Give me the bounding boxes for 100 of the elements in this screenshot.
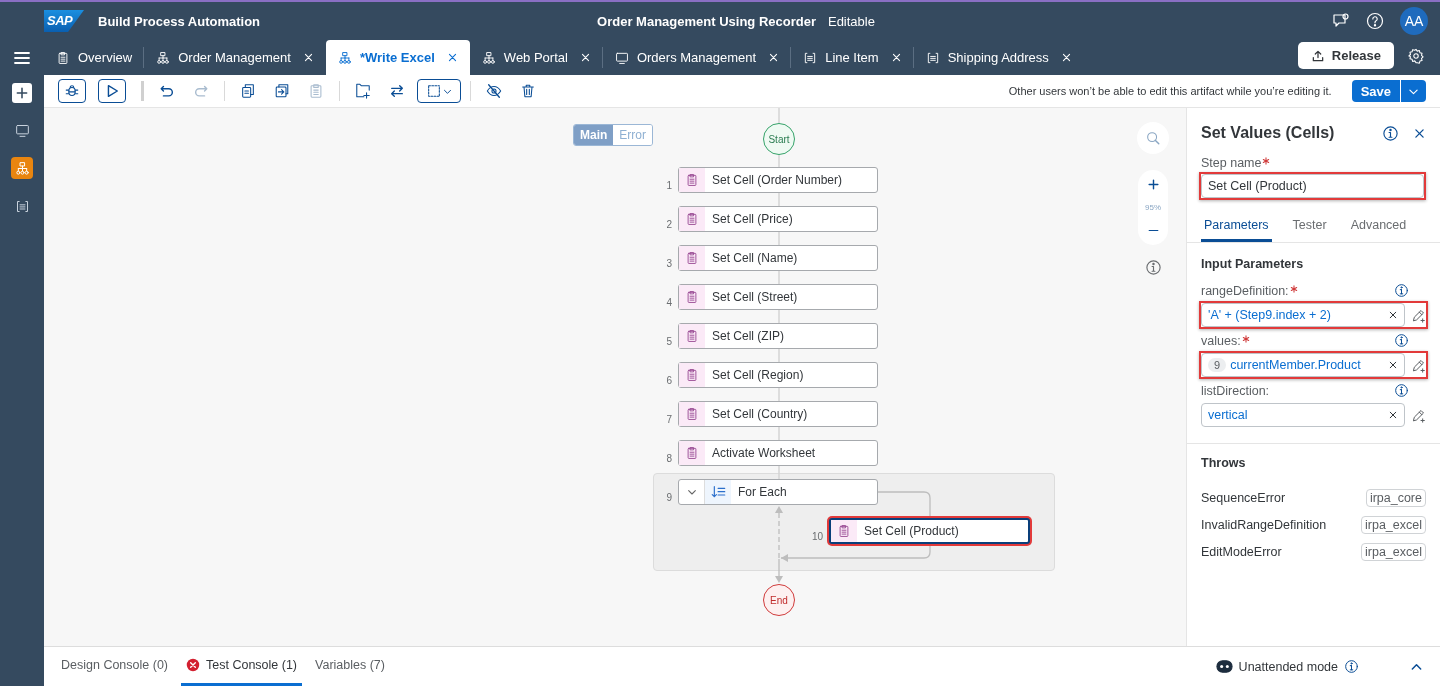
step-label: Set Cell (Country) — [711, 407, 808, 421]
step-label: Set Cell (Street) — [711, 290, 798, 304]
input-field[interactable]: vertical — [1201, 403, 1405, 427]
swap-icon — [389, 83, 405, 99]
step-node[interactable]: Set Cell (Order Number) — [678, 167, 878, 193]
clear-icon — [1388, 310, 1398, 320]
step-number: 7 — [665, 414, 672, 425]
release-button[interactable]: Release — [1297, 42, 1394, 69]
toolbar-button[interactable] — [98, 79, 126, 103]
user-avatar[interactable]: AA — [1400, 7, 1428, 35]
hide-icon — [486, 83, 502, 99]
exception-name: SequenceError — [1201, 490, 1286, 505]
clipboard-icon — [685, 251, 699, 265]
step-node[interactable]: Set Cell (Price) — [678, 206, 878, 232]
close-icon[interactable] — [890, 52, 902, 63]
undo-icon — [159, 83, 175, 99]
library-tag: irpa_excel — [1361, 515, 1426, 534]
copy-icon — [240, 83, 256, 99]
hierarchy-icon — [14, 160, 30, 176]
info-icon — [1394, 283, 1409, 298]
zoom-in-button[interactable] — [1146, 178, 1160, 191]
toolbar-button[interactable] — [417, 79, 461, 103]
library-tag: irpa_core — [1365, 488, 1426, 507]
clipboard-icon — [837, 524, 851, 538]
panel-tab[interactable]: Tester — [1289, 214, 1330, 242]
paste-icon — [308, 83, 324, 99]
console-tab[interactable]: Test Console (1) — [181, 647, 302, 686]
input-field[interactable]: 9 currentMember.Product — [1201, 353, 1405, 377]
input-field[interactable]: Set Cell (Product) — [1201, 174, 1424, 198]
editor-tab[interactable]: Order Management — [144, 40, 326, 75]
close-icon[interactable] — [768, 52, 780, 63]
step-label: Set Cell (ZIP) — [711, 329, 784, 343]
editor-tab[interactable]: Shipping Address — [913, 40, 1084, 75]
panel-tab[interactable]: Parameters — [1201, 214, 1272, 242]
close-icon[interactable] — [1060, 52, 1072, 63]
sidebar-item[interactable] — [11, 157, 33, 179]
clipboard-icon — [685, 368, 699, 382]
field-label: values: — [1201, 333, 1241, 348]
step-number: 10 — [810, 531, 823, 542]
step-node[interactable]: Set Cell (Name) — [678, 245, 878, 271]
step-node[interactable]: Set Cell (ZIP) — [678, 323, 878, 349]
input-field[interactable]: 'A' + (Step9.index + 2) — [1201, 303, 1405, 327]
panel-tab[interactable]: Advanced — [1347, 214, 1410, 242]
step-number: 4 — [665, 297, 672, 308]
editor-tab[interactable]: Line Item — [791, 40, 914, 75]
step-node[interactable]: Activate Worksheet — [678, 440, 878, 466]
add-button[interactable] — [12, 83, 32, 103]
editor-tab[interactable]: Overview — [44, 40, 145, 75]
clipboard-icon — [685, 446, 699, 460]
field-label: Step name — [1201, 156, 1262, 170]
close-icon[interactable] — [1413, 126, 1426, 140]
clipboard-icon — [685, 173, 699, 187]
info-icon — [1394, 333, 1409, 348]
pen-icon[interactable] — [1411, 357, 1426, 373]
bug-icon — [64, 83, 80, 99]
step-label: Set Cell (Order Number) — [711, 173, 843, 187]
info-icon — [1344, 659, 1359, 674]
step-number: 2 — [665, 219, 672, 230]
info-icon — [1145, 259, 1162, 276]
editor-tab[interactable]: Web Portal — [469, 40, 603, 75]
help-icon[interactable] — [1366, 12, 1384, 30]
logo: SAP — [44, 10, 84, 32]
return-arrow — [775, 506, 783, 559]
connector-arrow — [775, 558, 783, 583]
robot-icon — [1215, 658, 1233, 675]
editor-tab[interactable]: Orders Management — [602, 40, 792, 75]
clipboard-icon — [685, 212, 699, 226]
step-node[interactable]: Set Cell (Product) — [829, 518, 1030, 544]
step-node[interactable]: Set Cell (Country) — [678, 401, 878, 427]
loop-node[interactable]: For Each — [678, 479, 878, 505]
close-icon[interactable] — [579, 52, 591, 63]
hierarchy-icon — [156, 50, 171, 65]
add-folder-icon — [355, 83, 371, 99]
toolbar-button[interactable] — [58, 79, 86, 103]
exception-name: InvalidRangeDefinition — [1201, 517, 1327, 532]
close-icon[interactable] — [446, 52, 458, 63]
step-number: 5 — [665, 336, 672, 347]
monitor-icon — [614, 50, 629, 65]
exception-name: EditModeError — [1201, 544, 1282, 559]
mode-label: Unattended mode — [1238, 659, 1338, 674]
step-node[interactable]: Set Cell (Region) — [678, 362, 878, 388]
close-icon[interactable] — [302, 52, 314, 63]
editor-tab[interactable]: *Write Excel — [325, 40, 470, 75]
step-number: 6 — [665, 375, 672, 386]
settings-icon[interactable] — [1408, 47, 1424, 64]
console-tab[interactable]: Design Console (0) — [56, 647, 173, 686]
selection-icon — [425, 83, 442, 99]
console-tab[interactable]: Variables (7) — [310, 647, 390, 686]
start-node: Start — [763, 123, 795, 155]
redo-icon — [193, 83, 209, 99]
duplicate-icon — [274, 83, 290, 99]
plus-icon — [1146, 178, 1160, 191]
clipboard-icon — [685, 329, 699, 343]
step-label: Activate Worksheet — [711, 446, 816, 460]
info-icon — [1382, 124, 1399, 142]
save-button[interactable]: Save — [1351, 80, 1426, 102]
section-title: Input Parameters — [1200, 256, 1305, 273]
step-node[interactable]: Set Cell (Street) — [678, 284, 878, 310]
pen-icon[interactable] — [1411, 307, 1426, 323]
pen-icon[interactable] — [1411, 407, 1426, 423]
